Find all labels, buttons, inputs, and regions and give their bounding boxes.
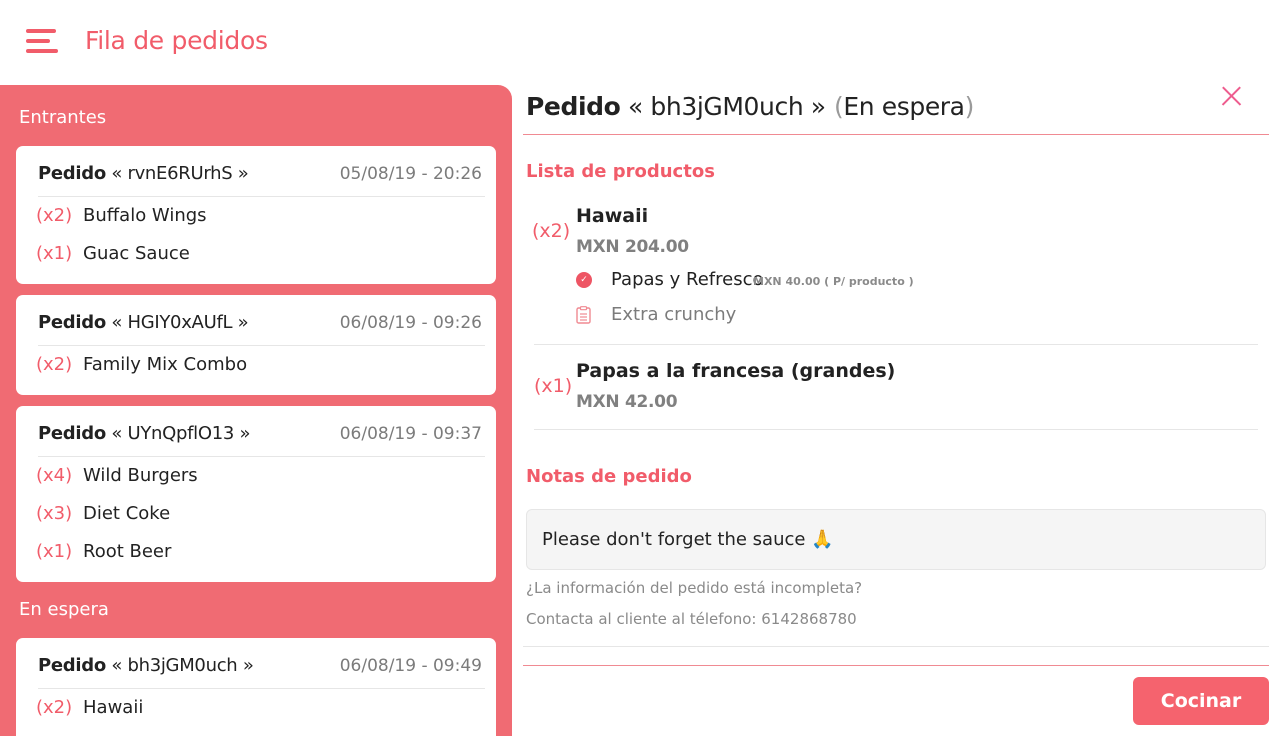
divider bbox=[534, 344, 1258, 345]
order-date: 06/08/19 - 09:26 bbox=[339, 313, 482, 333]
product-quantity: (x1) bbox=[534, 375, 573, 397]
order-title: Pedido « HGIY0xAUfL » bbox=[38, 312, 249, 333]
item-name: Buffalo Wings bbox=[83, 205, 207, 226]
item-name: Hawaii bbox=[83, 697, 144, 718]
modifier-name: Papas y Refresco bbox=[611, 269, 764, 290]
products-heading: Lista de productos bbox=[526, 161, 715, 182]
order-item: (x2) Buffalo Wings bbox=[16, 197, 496, 235]
divider bbox=[523, 665, 1269, 666]
item-quantity: (x1) bbox=[36, 541, 73, 562]
product-quantity: (x2) bbox=[532, 220, 571, 242]
modifier-price: MXN 40.00 ( P/ producto ) bbox=[753, 275, 914, 288]
item-quantity: (x2) bbox=[36, 697, 73, 718]
order-item: (x2) Family Mix Combo bbox=[16, 346, 496, 384]
item-quantity: (x1) bbox=[36, 243, 73, 264]
order-title: Pedido « rvnE6RUrhS » bbox=[38, 163, 249, 184]
item-name: Family Mix Combo bbox=[83, 354, 248, 375]
order-item: (x3) Diet Coke bbox=[16, 495, 496, 533]
order-date: 06/08/19 - 09:37 bbox=[339, 424, 482, 444]
contact-line: Contacta al cliente al télefono: 6142868… bbox=[526, 610, 857, 628]
product-price: MXN 204.00 bbox=[576, 237, 689, 257]
order-item: (x2) Hawaii bbox=[16, 689, 496, 727]
detail-title: Pedido « bh3jGM0uch » bbox=[526, 92, 826, 121]
check-icon: ✓ bbox=[576, 272, 592, 288]
close-icon[interactable] bbox=[1214, 80, 1248, 114]
order-title: Pedido « UYnQpflO13 » bbox=[38, 423, 251, 444]
item-quantity: (x3) bbox=[36, 503, 73, 524]
order-queue-panel: Entrantes Pedido « rvnE6RUrhS » 05/08/19… bbox=[0, 85, 512, 736]
item-name: Root Beer bbox=[83, 541, 172, 562]
order-title: Pedido « bh3jGM0uch » bbox=[38, 655, 254, 676]
item-quantity: (x2) bbox=[36, 354, 73, 375]
order-card-selected[interactable]: Pedido « bh3jGM0uch » 06/08/19 - 09:49 (… bbox=[16, 638, 496, 736]
order-date: 06/08/19 - 09:49 bbox=[339, 656, 482, 676]
page-title: Fila de pedidos bbox=[85, 26, 268, 55]
section-waiting-label: En espera bbox=[19, 599, 109, 620]
order-item: (x1) Guac Sauce bbox=[16, 235, 496, 273]
order-notes-text: Please don't forget the sauce 🙏 bbox=[542, 529, 834, 550]
order-notes-box: Please don't forget the sauce 🙏 bbox=[526, 509, 1266, 570]
detail-status: (En espera) bbox=[834, 92, 974, 121]
menu-icon[interactable] bbox=[26, 29, 60, 57]
cook-button[interactable]: Cocinar bbox=[1133, 677, 1269, 725]
notes-icon bbox=[576, 306, 591, 324]
order-date: 05/08/19 - 20:26 bbox=[339, 164, 482, 184]
incomplete-question: ¿La información del pedido está incomple… bbox=[526, 579, 863, 597]
notes-heading: Notas de pedido bbox=[526, 466, 692, 487]
contact-phone[interactable]: 6142868780 bbox=[761, 610, 856, 628]
item-name: Wild Burgers bbox=[83, 465, 198, 486]
item-quantity: (x4) bbox=[36, 465, 73, 486]
divider bbox=[523, 646, 1269, 647]
order-card-header: Pedido « bh3jGM0uch » 06/08/19 - 09:49 bbox=[38, 638, 485, 689]
order-card[interactable]: Pedido « HGIY0xAUfL » 06/08/19 - 09:26 (… bbox=[16, 295, 496, 395]
product-name: Papas a la francesa (grandes) bbox=[576, 360, 896, 382]
item-quantity: (x2) bbox=[36, 205, 73, 226]
order-card-header: Pedido « HGIY0xAUfL » 06/08/19 - 09:26 bbox=[38, 295, 485, 346]
divider bbox=[523, 134, 1269, 135]
order-card-header: Pedido « UYnQpflO13 » 06/08/19 - 09:37 bbox=[38, 406, 485, 457]
order-card[interactable]: Pedido « rvnE6RUrhS » 05/08/19 - 20:26 (… bbox=[16, 146, 496, 284]
item-name: Diet Coke bbox=[83, 503, 171, 524]
product-price: MXN 42.00 bbox=[576, 392, 678, 412]
product-note: Extra crunchy bbox=[611, 304, 737, 325]
item-name: Guac Sauce bbox=[83, 243, 190, 264]
product-name: Hawaii bbox=[576, 205, 649, 227]
order-card-header: Pedido « rvnE6RUrhS » 05/08/19 - 20:26 bbox=[38, 146, 485, 197]
divider bbox=[534, 429, 1258, 430]
order-item: (x1) Root Beer bbox=[16, 533, 496, 571]
order-card[interactable]: Pedido « UYnQpflO13 » 06/08/19 - 09:37 (… bbox=[16, 406, 496, 582]
order-item: (x4) Wild Burgers bbox=[16, 457, 496, 495]
section-incoming-label: Entrantes bbox=[19, 107, 107, 128]
